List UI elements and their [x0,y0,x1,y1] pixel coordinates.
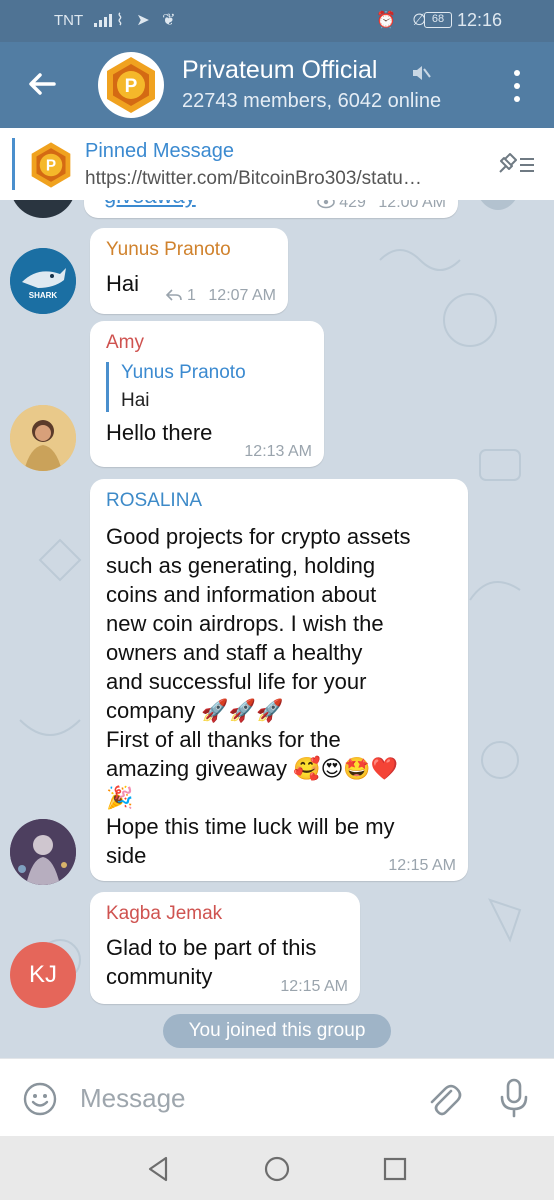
muted-icon [408,61,432,85]
message-time: 12:15 AM [388,857,456,874]
message-time: 12:07 AM [208,287,276,304]
system-navigation-bar [0,1136,554,1200]
message-time: 12:13 AM [244,443,312,460]
views-icon [316,200,335,209]
message-input[interactable]: Message [80,1083,186,1114]
message-meta: 429 12:00 AM [316,200,446,212]
message-text: Good projects for crypto assets such as … [106,522,452,870]
message-bubble-kagba: Kagba Jemak Glad to be part of this comm… [90,892,360,1004]
pinned-title: Pinned Message [85,140,234,162]
message-sender[interactable]: Amy [106,332,308,354]
avatar-amy[interactable] [10,405,76,471]
status-bar: TNT ⌇ ➤ ❦ ⏰ ∅ 68 12:16 [0,0,554,42]
avatar-initials: KJ [28,961,57,988]
pinned-message-bar[interactable]: P Pinned Message https://twitter.com/Bit… [0,128,554,200]
message-sender[interactable]: Yunus Pranoto [106,239,272,261]
group-avatar-letter: P [125,76,138,97]
carrier-label: TNT [54,12,84,29]
message-line: and successful life for your [106,669,367,694]
microphone-icon[interactable] [496,1077,532,1119]
message-time: 12:15 AM [280,978,348,995]
message-line: coins and information about [106,582,377,607]
quote-sender: Yunus Pranoto [121,362,246,383]
attach-icon[interactable] [424,1079,462,1119]
pinned-text: https://twitter.com/BitcoinBro303/statu… [85,168,422,189]
chat-header: P Privateum Official 22743 members, 6042… [0,42,554,128]
status-time: 12:16 [457,10,503,30]
avatar-rosalina[interactable] [10,819,76,885]
message-input-bar: Message [0,1058,554,1136]
message-line: amazing giveaway 🥰😍🤩❤️ [106,756,399,781]
avatar-kagba-jemak[interactable]: KJ [10,942,76,1008]
message-line: new coin airdrops. I wish the [106,611,384,636]
group-avatar[interactable]: P [98,52,164,118]
message-time: 12:00 AM [378,200,446,211]
chat-title[interactable]: Privateum Official [182,56,377,85]
message-bubble-yunus: Yunus Pranoto Hai 1 12:07 AM [90,228,288,314]
signal-icon [94,13,112,27]
message-line: Good projects for crypto assets [106,524,411,549]
message-bubble-rosalina: ROSALINA Good projects for crypto assets… [90,479,468,881]
nav-recents-icon[interactable] [380,1154,410,1184]
nav-home-icon[interactable] [262,1154,292,1184]
battery-icon: 68 [424,12,452,28]
back-arrow-icon[interactable] [22,64,62,104]
avatar-label: SHARK [29,291,58,300]
status-left-icons: ⌇ ➤ ❦ [116,12,180,29]
message-bubble-top: giveaway 429 12:00 AM [84,200,458,218]
quote-text: Hai [121,390,150,411]
message-meta: 1 12:07 AM [165,287,276,305]
reply-quote[interactable]: Yunus Pranoto Hai [106,362,308,412]
service-message: You joined this group [163,1014,391,1048]
emoji-icon[interactable] [22,1081,58,1117]
nav-back-icon[interactable] [144,1154,174,1184]
avatar-yunus-pranoto[interactable]: SHARK [10,248,76,314]
message-line: such as generating, holding [106,553,376,578]
message-line: Hope this time luck will be my [106,814,395,839]
reply-count: 1 [187,287,196,304]
pinned-accent-line [12,138,15,190]
unpin-icon[interactable] [494,150,536,180]
message-line: company 🚀🚀🚀 [106,698,284,723]
message-sender[interactable]: Kagba Jemak [106,903,344,925]
message-text: giveaway [104,200,196,210]
pinned-logo-icon: P [26,140,76,190]
reply-icon [165,289,182,301]
pinned-logo-letter: P [46,158,56,175]
message-line: Glad to be part of this [106,935,317,960]
message-bubble-amy: Amy Yunus Pranoto Hai Hello there 12:13 … [90,321,324,467]
message-line: owners and staff a healthy [106,640,363,665]
message-list[interactable]: giveaway 429 12:00 AM SHARK Yunus Pranot… [0,200,554,1058]
message-sender[interactable]: ROSALINA [106,490,452,512]
message-line: 🎉 [106,785,134,810]
chat-subtitle: 22743 members, 6042 online [182,90,442,112]
message-line: First of all thanks for the [106,727,341,752]
views-count: 429 [339,200,366,211]
more-options-icon[interactable] [506,66,528,106]
